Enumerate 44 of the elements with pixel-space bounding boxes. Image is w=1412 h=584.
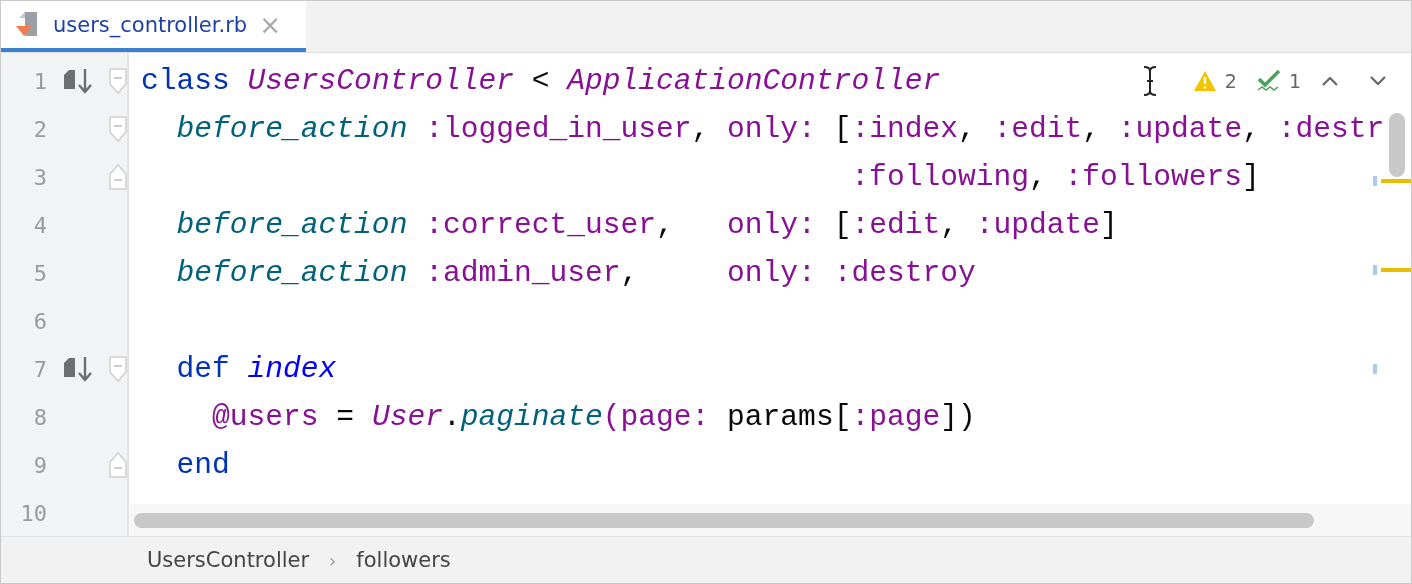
chevron-up-icon[interactable] xyxy=(1321,75,1339,87)
text-cursor-icon xyxy=(1142,65,1157,97)
change-marker xyxy=(1373,265,1377,275)
line-number: 4 xyxy=(32,212,47,238)
fold-icon[interactable] xyxy=(109,116,127,142)
tab-label: users_controller.rb xyxy=(53,12,248,37)
code-line: end xyxy=(176,447,230,484)
line-number: 5 xyxy=(32,260,47,286)
check-count: 1 xyxy=(1288,70,1301,92)
override-icon[interactable] xyxy=(62,355,94,383)
fold-icon[interactable] xyxy=(109,356,127,382)
warning-count: 2 xyxy=(1224,70,1237,92)
code-line: before_action :correct_user, only: [:edit, :update] xyxy=(176,207,1118,244)
code-line: before_action :admin_user, only: :destroy xyxy=(176,255,976,292)
line-number: 8 xyxy=(32,404,47,430)
line-number: 3 xyxy=(32,164,47,190)
code-line: class UsersController < ApplicationController xyxy=(141,63,941,100)
chevron-down-icon[interactable] xyxy=(1369,75,1387,87)
code-line: before_action :logged_in_user, only: [:index, :edit, :update, :destr xyxy=(176,111,1385,148)
line-number: 1 xyxy=(32,68,47,94)
line-number: 7 xyxy=(32,356,47,382)
override-icon[interactable] xyxy=(62,67,94,95)
warning-marker xyxy=(1381,179,1411,183)
code-line: def index xyxy=(176,351,337,388)
line-number: 9 xyxy=(32,452,47,478)
code-line: @users = User.paginate(page: params[:page]) xyxy=(212,399,976,436)
line-number: 10 xyxy=(19,500,47,526)
fold-icon[interactable] xyxy=(109,164,127,190)
scrollbar-thumb[interactable] xyxy=(1389,113,1405,177)
check-icon[interactable] xyxy=(1256,69,1281,93)
line-number: 6 xyxy=(32,308,47,334)
code-line: :following, :followers] xyxy=(851,159,1260,196)
breadcrumb[interactable]: followers xyxy=(356,548,451,572)
change-marker xyxy=(1373,176,1377,186)
scrollbar-thumb[interactable] xyxy=(134,513,1314,528)
file-tab[interactable]: users_controller.rb × xyxy=(1,1,306,52)
breadcrumb[interactable]: UsersController xyxy=(147,548,310,572)
line-number: 2 xyxy=(32,116,47,142)
warning-marker xyxy=(1381,268,1411,272)
change-marker xyxy=(1373,364,1377,374)
breadcrumb-separator: › xyxy=(329,549,337,571)
warning-icon[interactable] xyxy=(1192,70,1217,92)
fold-icon[interactable] xyxy=(109,452,127,478)
fold-icon[interactable] xyxy=(109,68,127,94)
